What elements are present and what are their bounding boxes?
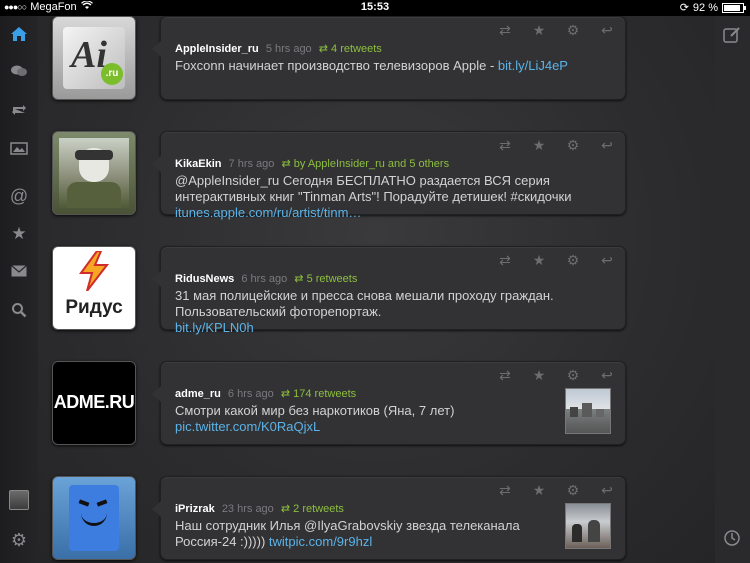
tweet-bubble[interactable]: RidusNews 6 hrs ago ⇄ 5 retweets 31 мая … xyxy=(152,246,626,335)
reply-action-icon[interactable]: ↩ xyxy=(599,367,615,384)
favorite-action-icon[interactable]: ★ xyxy=(531,482,547,499)
avatar[interactable] xyxy=(52,476,136,560)
retweet-info[interactable]: 2 retweets xyxy=(293,503,344,515)
tweet-text: Foxconn начинает производство телевизоро… xyxy=(175,58,498,73)
avatar[interactable]: ADME.RU xyxy=(52,361,136,445)
tweet-time: 5 hrs ago xyxy=(265,43,312,55)
tweet-text: Наш сотрудник Илья xyxy=(175,518,305,533)
avatar[interactable]: Ридус xyxy=(52,246,136,330)
mentions-icon[interactable]: @ xyxy=(0,184,38,208)
avatar-badge: .ru xyxy=(101,63,123,85)
reply-action-icon[interactable]: ↩ xyxy=(599,482,615,499)
tweet-username[interactable]: KikaEkin xyxy=(175,158,221,170)
tweet-row[interactable]: Ридус RidusNews 6 hrs ago ⇄ 5 retweets 3… xyxy=(52,246,626,335)
tweet-time: 23 hrs ago xyxy=(221,503,274,515)
gear-action-icon[interactable]: ⚙ xyxy=(565,252,581,269)
media-thumbnail[interactable] xyxy=(565,503,611,549)
retweet-count-icon: ⇄ xyxy=(281,158,294,170)
tweet-bubble[interactable]: iPrizrak 23 hrs ago ⇄ 2 retweets Наш сот… xyxy=(152,476,626,560)
reply-action-icon[interactable]: ↩ xyxy=(599,22,615,39)
retweet-count-icon: ⇄ xyxy=(318,43,332,55)
battery-icon xyxy=(722,2,746,13)
retweet-count-icon: ⇄ xyxy=(280,503,294,515)
settings-icon[interactable]: ⚙ xyxy=(0,528,38,552)
tweet-text: Смотри какой мир без наркотиков (Яна, 7 … xyxy=(175,403,455,418)
retweet-action-icon[interactable]: ⇄ xyxy=(497,22,513,39)
reply-action-icon[interactable]: ↩ xyxy=(599,137,615,154)
sidebar: @ ★ ⚙ xyxy=(0,16,39,563)
gear-action-icon[interactable]: ⚙ xyxy=(565,137,581,154)
tweet-username[interactable]: AppleInsider_ru xyxy=(175,43,259,55)
tweet-text: 31 мая полицейские и пресса снова мешали… xyxy=(175,288,554,319)
tweet-actions: ⇄ ★ ⚙ ↩ xyxy=(497,482,615,499)
home-icon[interactable] xyxy=(0,22,38,46)
profile-avatar[interactable] xyxy=(0,488,38,512)
retweet-info[interactable]: by AppleInsider_ru and 5 others xyxy=(294,158,449,170)
favorite-action-icon[interactable]: ★ xyxy=(531,22,547,39)
tweet-text: @AppleInsider_ru Сегодня БЕСПЛАТНО разда… xyxy=(175,173,572,204)
tweet-time: 7 hrs ago xyxy=(228,158,275,170)
tweet-time: 6 hrs ago xyxy=(241,273,288,285)
clock-icon[interactable] xyxy=(723,529,741,552)
favorites-icon[interactable]: ★ xyxy=(0,222,38,246)
search-icon[interactable] xyxy=(0,298,38,322)
compose-icon[interactable] xyxy=(723,26,741,49)
photos-icon[interactable] xyxy=(0,136,38,160)
tweet-bubble[interactable]: KikaEkin 7 hrs ago ⇄ by AppleInsider_ru … xyxy=(152,131,626,220)
retweet-info[interactable]: 5 retweets xyxy=(307,273,358,285)
tweet-actions: ⇄ ★ ⚙ ↩ xyxy=(497,137,615,154)
tweet-time: 6 hrs ago xyxy=(227,388,274,400)
favorite-action-icon[interactable]: ★ xyxy=(531,252,547,269)
avatar[interactable]: Ai .ru xyxy=(52,16,136,100)
battery-percent: 92 % xyxy=(692,1,718,14)
tweet-link[interactable]: twitpic.com/9r9hzl xyxy=(269,534,372,549)
gear-action-icon[interactable]: ⚙ xyxy=(565,22,581,39)
tweet-link[interactable]: pic.twitter.com/K0RaQjxL xyxy=(175,419,320,434)
avatar-logo-text: Ридус xyxy=(65,297,123,318)
tweet-actions: ⇄ ★ ⚙ ↩ xyxy=(497,22,615,39)
status-bar: ●●●○○ MegaFon 15:53 ⟳ 92 % xyxy=(0,0,750,16)
retweet-action-icon[interactable]: ⇄ xyxy=(497,252,513,269)
reply-action-icon[interactable]: ↩ xyxy=(599,252,615,269)
right-bar xyxy=(715,16,750,563)
favorite-action-icon[interactable]: ★ xyxy=(531,137,547,154)
clock-time: 15:53 xyxy=(360,1,390,13)
retweet-count-icon: ⇄ xyxy=(294,273,307,285)
tweet-mention[interactable]: @IlyaGrabovskiy xyxy=(304,518,402,533)
favorite-action-icon[interactable]: ★ xyxy=(531,367,547,384)
tweet-row[interactable]: ADME.RU adme_ru 6 hrs ago ⇄ 174 retweets… xyxy=(52,361,626,445)
tweet-bubble[interactable]: adme_ru 6 hrs ago ⇄ 174 retweets Смотри … xyxy=(152,361,626,445)
tweet-link[interactable]: bit.ly/LiJ4eP xyxy=(498,58,568,73)
tweet-username[interactable]: iPrizrak xyxy=(175,503,215,515)
tweet-link[interactable]: itunes.apple.com/ru/artist/tinm… xyxy=(175,205,361,220)
tweet-row[interactable]: Ai .ru AppleInsider_ru 5 hrs ago ⇄ 4 ret… xyxy=(52,16,626,100)
tweet-username[interactable]: adme_ru xyxy=(175,388,221,400)
avatar-logo-text: ADME.RU xyxy=(53,392,135,412)
lightning-icon xyxy=(77,250,111,296)
chat-icon[interactable] xyxy=(0,59,38,83)
retweet-action-icon[interactable]: ⇄ xyxy=(497,367,513,384)
tweet-link[interactable]: bit.ly/KPLN0h xyxy=(175,320,254,335)
rotation-lock-icon: ⟳ xyxy=(679,2,689,14)
retweet-icon[interactable] xyxy=(0,98,38,122)
tweet-username[interactable]: RidusNews xyxy=(175,273,234,285)
retweet-count-icon: ⇄ xyxy=(280,388,294,400)
tweet-bubble[interactable]: AppleInsider_ru 5 hrs ago ⇄ 4 retweets F… xyxy=(152,16,626,100)
messages-icon[interactable] xyxy=(0,259,38,283)
tweet-actions: ⇄ ★ ⚙ ↩ xyxy=(497,367,615,384)
retweet-info[interactable]: 4 retweets xyxy=(331,43,382,55)
tweet-row[interactable]: KikaEkin 7 hrs ago ⇄ by AppleInsider_ru … xyxy=(52,131,626,220)
avatar[interactable] xyxy=(52,131,136,215)
retweet-action-icon[interactable]: ⇄ xyxy=(497,137,513,154)
media-thumbnail[interactable] xyxy=(565,388,611,434)
tweet-row[interactable]: iPrizrak 23 hrs ago ⇄ 2 retweets Наш сот… xyxy=(52,476,626,560)
tweet-actions: ⇄ ★ ⚙ ↩ xyxy=(497,252,615,269)
retweet-info[interactable]: 174 retweets xyxy=(293,388,356,400)
retweet-action-icon[interactable]: ⇄ xyxy=(497,482,513,499)
gear-action-icon[interactable]: ⚙ xyxy=(565,482,581,499)
gear-action-icon[interactable]: ⚙ xyxy=(565,367,581,384)
